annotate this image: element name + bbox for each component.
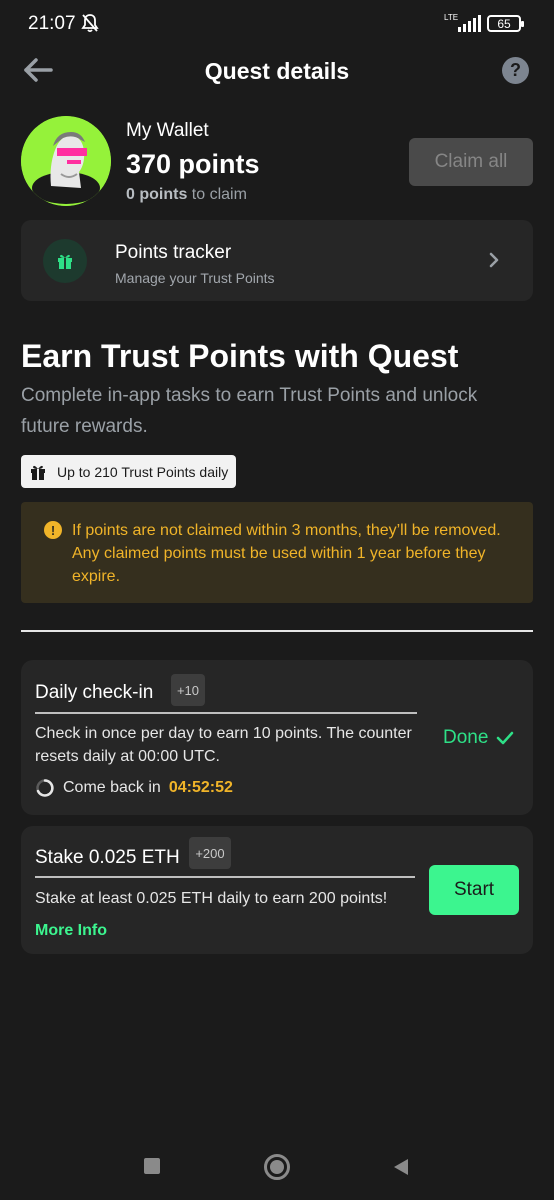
expiry-warning: ! If points are not claimed within 3 mon… (21, 502, 533, 603)
claimable-points: 0 points to claim (126, 186, 247, 204)
start-button[interactable]: Start (429, 865, 519, 915)
task-description: Stake at least 0.025 ETH daily to earn 2… (35, 890, 388, 907)
task-title: Daily check-in (35, 682, 154, 703)
claimable-count: 0 points (126, 186, 188, 203)
wallet-name: My Wallet (126, 120, 209, 141)
gift-icon (31, 465, 45, 480)
claimable-suffix: to claim (191, 186, 247, 203)
tracker-subtitle: Manage your Trust Points (115, 270, 275, 286)
earn-description: Complete in-app tasks to earn Trust Poin… (21, 385, 478, 437)
chevron-right-icon (489, 252, 499, 268)
battery-indicator: 65 (487, 15, 524, 32)
loading-spinner-icon (36, 779, 54, 797)
gift-icon (58, 254, 72, 269)
divider (21, 630, 533, 632)
task-points-badge: +200 (189, 837, 231, 869)
checkmark-icon (497, 731, 514, 745)
wallet-points: 370 points (126, 149, 260, 179)
claim-all-button[interactable]: Claim all (409, 138, 533, 186)
warning-text: If points are not claimed within 3 month… (72, 522, 501, 585)
done-label: Done (443, 727, 489, 748)
daily-badge-label: Up to 210 Trust Points daily (57, 463, 229, 480)
countdown-label: Come back in (63, 779, 161, 796)
signal-icon (458, 15, 481, 32)
avatar (21, 116, 111, 206)
task-title-underline (35, 876, 415, 878)
home-button[interactable] (264, 1154, 290, 1180)
tracker-icon-circle (43, 239, 87, 283)
earn-title: Earn Trust Points with Quest (21, 338, 459, 374)
task-card-stake-eth: Stake 0.025 ETH +200 Stake at least 0.02… (21, 826, 533, 954)
task-description: Check in once per day to earn 10 points.… (35, 725, 412, 765)
daily-points-badge: Up to 210 Trust Points daily (21, 455, 237, 488)
points-tracker-card[interactable]: Points tracker Manage your Trust Points (21, 220, 533, 301)
task-points-badge: +10 (171, 674, 205, 706)
question-circle-icon[interactable]: ? (502, 57, 529, 84)
countdown-timer: 04:52:52 (168, 779, 233, 796)
back-triangle-icon[interactable] (392, 1157, 410, 1177)
task-title: Stake 0.025 ETH (35, 847, 180, 868)
bell-off-icon (81, 14, 99, 33)
status-time: 21:07 (28, 13, 76, 34)
task-card-daily-checkin: Daily check-in +10 Check in once per day… (21, 660, 533, 815)
more-info-link[interactable]: More Info (35, 922, 107, 940)
task-done-status: Done (443, 727, 514, 749)
nft-statue-image (21, 116, 111, 206)
task-title-underline (35, 712, 417, 714)
tracker-title: Points tracker (115, 242, 232, 263)
countdown-row: Come back in 04:52:52 (35, 778, 233, 798)
page-title: Quest details (204, 58, 350, 84)
info-icon: ! (44, 521, 62, 539)
recents-button[interactable] (144, 1158, 160, 1174)
